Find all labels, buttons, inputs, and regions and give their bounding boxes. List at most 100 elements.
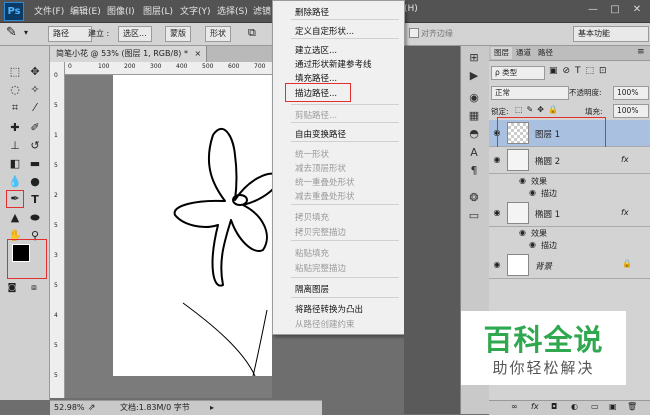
fx-icon[interactable]: fx (621, 155, 629, 164)
path-operations-icon[interactable]: ⧉ (248, 26, 256, 40)
workspace-select[interactable]: 基本功能 (573, 26, 649, 42)
menu-item-clipping-path[interactable]: 剪贴路径... (295, 109, 337, 121)
opacity-input[interactable]: 100% (613, 86, 649, 100)
tab-layers[interactable]: 图层 (491, 47, 512, 59)
make-selection-button[interactable]: 选区... (118, 26, 152, 42)
document-tab[interactable]: 简笔小花 @ 53% (图层 1, RGB/8) * × (50, 46, 207, 62)
layer-name[interactable]: 椭圆 1 (535, 208, 560, 220)
menu-item-subtract-front[interactable]: 减去顶层形状 (295, 162, 346, 174)
menu-item-subtract-overlap[interactable]: 减去重叠处形状 (295, 190, 355, 202)
pen-tool-icon[interactable]: ✒ (6, 190, 24, 208)
gradient-tool-icon[interactable]: ▬ (27, 156, 43, 172)
add-style-icon[interactable]: fx (531, 402, 539, 411)
ellipse-tool-icon[interactable]: ⬬ (27, 210, 43, 226)
menu-item-make-selection[interactable]: 建立选区... (295, 44, 337, 56)
menu-item-free-transform[interactable]: 自由变换路径 (295, 128, 346, 140)
blend-mode-select[interactable]: 正常 (491, 86, 569, 100)
effect-eye-icon[interactable]: ◉ (529, 240, 536, 249)
effect-eye-icon[interactable]: ◉ (529, 188, 536, 197)
brush-tool-icon[interactable]: ✐ (27, 120, 43, 136)
visibility-eye-icon[interactable]: ◉ (491, 155, 503, 164)
new-group-icon[interactable]: ▭ (591, 402, 599, 411)
menu-edit[interactable]: 编辑(E) (70, 4, 101, 17)
layer-name[interactable]: 椭圆 2 (535, 155, 560, 167)
menu-filter[interactable]: 滤镜 (253, 4, 271, 17)
filter-icons[interactable]: ▣⊘T⬚⊡ (549, 66, 612, 76)
panel-menu-icon[interactable]: ≡ (637, 47, 645, 57)
history-panel-icon[interactable]: ⊞ (465, 50, 483, 66)
menu-item-unify-shapes[interactable]: 统一形状 (295, 148, 329, 160)
tab-channels[interactable]: 通道 (513, 47, 534, 59)
chevron-down-icon[interactable]: ▾ (24, 28, 28, 37)
eyedropper-tool-icon[interactable]: ⁄ (27, 100, 43, 116)
visibility-eye-icon[interactable]: ◉ (491, 260, 503, 269)
color-swatches[interactable] (7, 239, 47, 279)
character-panel-icon[interactable]: A (465, 145, 483, 161)
minimize-button[interactable]: — (582, 3, 604, 17)
fx-icon[interactable]: fx (621, 208, 629, 217)
menu-item-paste-stroke[interactable]: 粘贴完整描边 (295, 262, 346, 274)
close-tab-icon[interactable]: × (195, 49, 202, 58)
menu-item-copy-fill[interactable]: 拷贝填充 (295, 211, 329, 223)
layer-name[interactable]: 背景 (535, 260, 552, 272)
status-arrow-icon[interactable]: ▸ (210, 401, 214, 415)
marquee-tool-icon[interactable]: ⬚ (7, 64, 23, 80)
link-layers-icon[interactable]: ∞ (511, 402, 518, 411)
screen-mode-icon[interactable]: ⧈ (26, 280, 42, 296)
effects-eye-icon[interactable]: ◉ (519, 176, 526, 185)
healing-brush-icon[interactable]: ✚ (7, 120, 23, 136)
new-layer-icon[interactable]: ▣ (609, 402, 617, 411)
document-canvas[interactable] (113, 75, 280, 377)
menu-item-convert-extrusion[interactable]: 将路径转换为凸出 (295, 303, 363, 315)
stroke-effect-label[interactable]: 描边 (541, 188, 557, 199)
menu-item-stroke-path[interactable]: 描边路径... (295, 87, 337, 99)
quick-select-tool-icon[interactable]: ✧ (27, 82, 43, 98)
dodge-tool-icon[interactable]: ● (27, 174, 43, 190)
3d-panel-icon[interactable]: ❂ (465, 190, 483, 206)
make-shape-button[interactable]: 形状 (205, 26, 231, 42)
crop-tool-icon[interactable]: ⌗ (7, 100, 23, 116)
menu-item-paste-fill[interactable]: 粘贴填充 (295, 247, 329, 259)
menu-item-define-shape[interactable]: 定义自定形状... (295, 25, 354, 37)
actions-panel-icon[interactable]: ▶ (465, 68, 483, 84)
color-panel-icon[interactable]: ◉ (465, 90, 483, 106)
history-brush-icon[interactable]: ↺ (27, 138, 43, 154)
swatches-panel-icon[interactable]: ▦ (465, 108, 483, 124)
menu-item-isolate-layers[interactable]: 隔离图层 (295, 283, 329, 295)
stroke-effect-label[interactable]: 描边 (541, 240, 557, 251)
menu-item-copy-stroke[interactable]: 拷贝完整描边 (295, 226, 346, 238)
menu-layer[interactable]: 图层(L) (143, 4, 173, 17)
menu-item-constraints[interactable]: 从路径创建约束 (295, 318, 355, 330)
layer-row[interactable]: ◉ 椭圆 2 fx (489, 147, 650, 174)
export-icon[interactable]: ⇗ (88, 401, 96, 415)
layer-row-background[interactable]: ◉ 背景 🔒 (489, 252, 650, 279)
menu-type[interactable]: 文字(Y) (180, 4, 211, 17)
delete-layer-icon[interactable]: 🗑 (627, 402, 637, 411)
tab-paths[interactable]: 路径 (535, 47, 556, 59)
lasso-tool-icon[interactable]: ◌ (7, 82, 23, 98)
lock-icons[interactable]: ⬚✎✥🔒 (515, 105, 562, 114)
quick-mask-icon[interactable]: ◙ (4, 280, 20, 296)
blur-tool-icon[interactable]: 💧 (7, 174, 23, 190)
move-tool-icon[interactable]: ✥ (27, 64, 43, 80)
filter-kind-select[interactable]: ρ 类型 (491, 66, 545, 80)
align-edges-checkbox[interactable] (409, 28, 419, 38)
adjustments-panel-icon[interactable]: ◓ (465, 126, 483, 142)
layer-comps-icon[interactable]: ▭ (465, 208, 483, 224)
adjustment-layer-icon[interactable]: ◐ (571, 402, 578, 411)
clone-stamp-icon[interactable]: ⊥ (7, 138, 23, 154)
foreground-color-swatch[interactable] (12, 244, 30, 262)
maximize-button[interactable]: □ (604, 3, 626, 17)
type-tool-icon[interactable]: T (27, 192, 43, 208)
close-button[interactable]: ✕ (626, 3, 648, 17)
menu-item-new-guides[interactable]: 通过形状新建参考线 (295, 58, 372, 70)
menu-select[interactable]: 选择(S) (217, 4, 248, 17)
effects-eye-icon[interactable]: ◉ (519, 228, 526, 237)
layer-row[interactable]: ◉ 椭圆 1 fx (489, 200, 650, 227)
paragraph-panel-icon[interactable]: ¶ (465, 163, 483, 179)
pen-tool-icon[interactable]: ✎ (6, 25, 17, 40)
eraser-tool-icon[interactable]: ◧ (7, 156, 23, 172)
tool-mode-select[interactable]: 路径 (48, 26, 92, 42)
menu-image[interactable]: 图像(I) (107, 4, 135, 17)
visibility-eye-icon[interactable]: ◉ (491, 208, 503, 217)
